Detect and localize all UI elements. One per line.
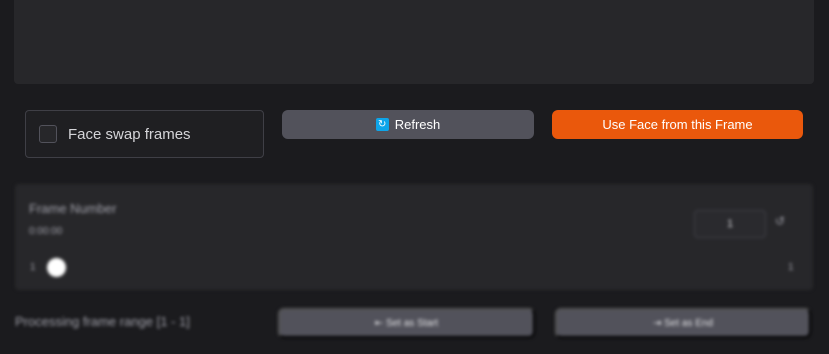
use-face-button[interactable]: Use Face from this Frame bbox=[552, 110, 803, 139]
set-as-end-button[interactable]: ⇥ Set as End bbox=[555, 308, 811, 338]
frame-number-label: Frame Number bbox=[29, 201, 117, 216]
frame-number-input[interactable] bbox=[694, 210, 766, 238]
checkbox-label: Face swap frames bbox=[68, 125, 191, 143]
processing-range-label: Processing frame range [1 - 1] bbox=[15, 314, 190, 329]
refresh-label: Refresh bbox=[394, 117, 441, 132]
frame-slider-panel: Frame Number 0:00:00 ↺ 1 1 bbox=[15, 184, 813, 290]
slider-min: 1 bbox=[30, 262, 36, 273]
reset-icon[interactable]: ↺ bbox=[775, 214, 785, 228]
preview-panel bbox=[14, 0, 814, 84]
refresh-icon: ↻ bbox=[375, 118, 389, 131]
bottom-row: Processing frame range [1 - 1] ⇤ Set as … bbox=[0, 306, 829, 340]
refresh-button[interactable]: ↻ Refresh bbox=[282, 110, 534, 139]
slider-thumb[interactable] bbox=[47, 258, 66, 277]
checkbox-square[interactable] bbox=[39, 125, 57, 143]
frame-time: 0:00:00 bbox=[29, 226, 63, 237]
use-face-label: Use Face from this Frame bbox=[602, 117, 753, 132]
face-swap-checkbox[interactable]: Face swap frames bbox=[25, 110, 264, 158]
slider-max: 1 bbox=[788, 262, 794, 273]
set-as-start-button[interactable]: ⇤ Set as Start bbox=[278, 308, 535, 338]
